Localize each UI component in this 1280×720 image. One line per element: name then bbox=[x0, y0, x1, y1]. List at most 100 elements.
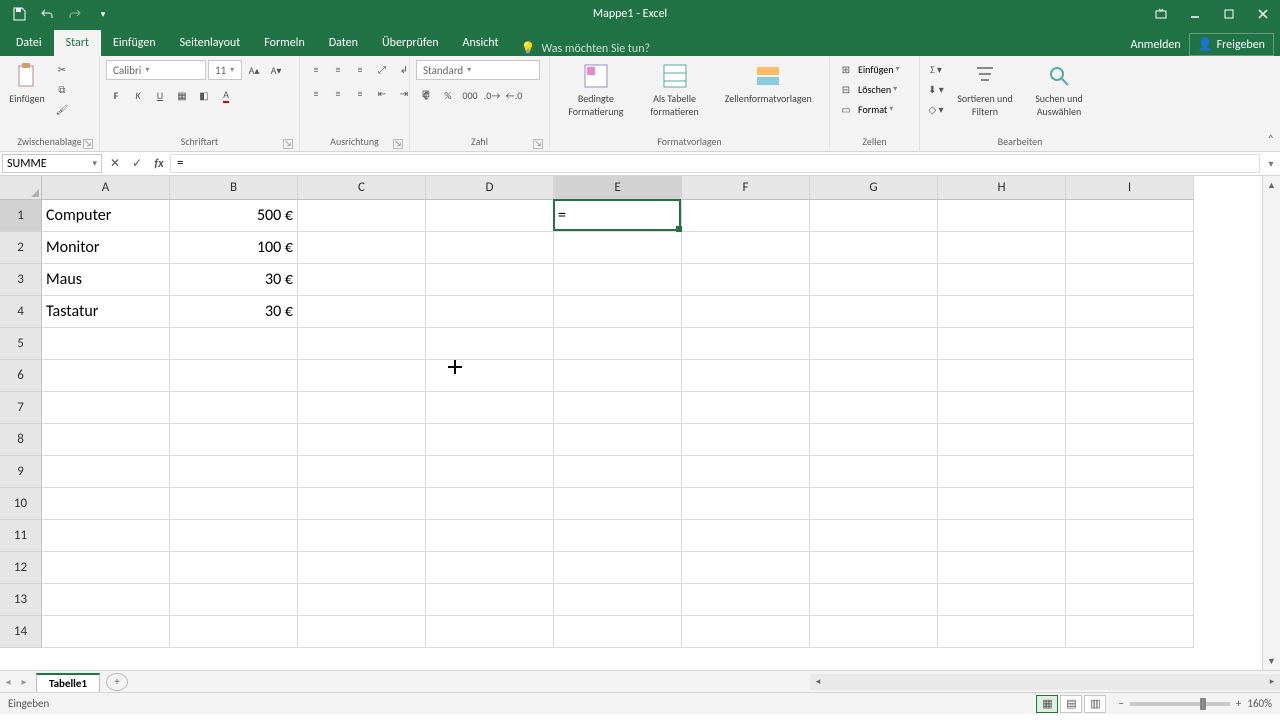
cell-E7[interactable] bbox=[554, 392, 682, 424]
cell-B9[interactable] bbox=[170, 456, 298, 488]
cut-icon[interactable]: ✂ bbox=[52, 60, 72, 78]
cell-styles-button[interactable]: Zellenformatvorlagen bbox=[713, 60, 823, 105]
cell-I7[interactable] bbox=[1066, 392, 1194, 424]
cell-C12[interactable] bbox=[298, 552, 426, 584]
paste-button[interactable]: Einfügen bbox=[6, 60, 48, 105]
cell-F14[interactable] bbox=[682, 616, 810, 648]
cell-F13[interactable] bbox=[682, 584, 810, 616]
sheet-tab-1[interactable]: Tabelle1 bbox=[36, 673, 100, 692]
tab-view[interactable]: Ansicht bbox=[451, 30, 511, 56]
column-header-C[interactable]: C bbox=[298, 176, 426, 200]
cell-I13[interactable] bbox=[1066, 584, 1194, 616]
cell-C1[interactable] bbox=[298, 200, 426, 232]
cell-E12[interactable] bbox=[554, 552, 682, 584]
cell-E4[interactable] bbox=[554, 296, 682, 328]
cell-E5[interactable] bbox=[554, 328, 682, 360]
row-header-8[interactable]: 8 bbox=[0, 424, 42, 456]
horizontal-scrollbar[interactable]: ◂ ▸ bbox=[810, 674, 1280, 690]
font-color-icon[interactable]: A bbox=[216, 86, 236, 104]
cell-B11[interactable] bbox=[170, 520, 298, 552]
tab-file[interactable]: Datei bbox=[4, 30, 54, 56]
column-header-E[interactable]: E bbox=[554, 176, 682, 200]
new-sheet-button[interactable]: + bbox=[106, 673, 128, 691]
cell-G10[interactable] bbox=[810, 488, 938, 520]
tab-formulas[interactable]: Formeln bbox=[252, 30, 316, 56]
cell-A4[interactable]: Tastatur bbox=[42, 296, 170, 328]
tell-me-search[interactable]: 💡 Was möchten Sie tun? bbox=[511, 41, 1131, 56]
cells-container[interactable]: Computer500 €=Monitor100 €Maus30 €Tastat… bbox=[42, 200, 1262, 670]
undo-icon[interactable] bbox=[34, 2, 60, 26]
row-header-2[interactable]: 2 bbox=[0, 232, 42, 264]
cell-D4[interactable] bbox=[426, 296, 554, 328]
insert-function-icon[interactable]: fx bbox=[148, 157, 170, 171]
zoom-in-icon[interactable]: + bbox=[1236, 697, 1241, 710]
conditional-formatting-button[interactable]: Bedingte Formatierung bbox=[556, 60, 636, 118]
delete-cells-button[interactable]: ⊟Löschen▾ bbox=[836, 80, 900, 98]
cell-D5[interactable] bbox=[426, 328, 554, 360]
cell-I1[interactable] bbox=[1066, 200, 1194, 232]
cancel-formula-icon[interactable]: ✕ bbox=[104, 156, 126, 171]
borders-icon[interactable]: ▦ bbox=[172, 86, 192, 104]
copy-icon[interactable]: ⧉ bbox=[52, 80, 72, 98]
cell-E2[interactable] bbox=[554, 232, 682, 264]
cell-C6[interactable] bbox=[298, 360, 426, 392]
cell-C7[interactable] bbox=[298, 392, 426, 424]
tab-review[interactable]: Überprüfen bbox=[370, 30, 451, 56]
cell-F12[interactable] bbox=[682, 552, 810, 584]
cell-H14[interactable] bbox=[938, 616, 1066, 648]
cell-I8[interactable] bbox=[1066, 424, 1194, 456]
alignment-dialog-launcher-icon[interactable]: ↘ bbox=[393, 139, 403, 149]
autosum-icon[interactable]: Σ ▾ bbox=[926, 60, 946, 78]
cell-I12[interactable] bbox=[1066, 552, 1194, 584]
column-header-D[interactable]: D bbox=[426, 176, 554, 200]
fill-color-icon[interactable]: ◧ bbox=[194, 86, 214, 104]
clipboard-dialog-launcher-icon[interactable]: ↘ bbox=[83, 139, 93, 149]
cell-H7[interactable] bbox=[938, 392, 1066, 424]
cell-D13[interactable] bbox=[426, 584, 554, 616]
increase-decimal-icon[interactable]: .0→ bbox=[482, 86, 502, 104]
align-right-icon[interactable]: ≡ bbox=[350, 84, 370, 102]
redo-icon[interactable] bbox=[62, 2, 88, 26]
cell-H13[interactable] bbox=[938, 584, 1066, 616]
cell-B5[interactable] bbox=[170, 328, 298, 360]
cell-F2[interactable] bbox=[682, 232, 810, 264]
column-headers[interactable]: ABCDEFGHI bbox=[42, 176, 1262, 200]
cell-G6[interactable] bbox=[810, 360, 938, 392]
cell-B7[interactable] bbox=[170, 392, 298, 424]
cell-I6[interactable] bbox=[1066, 360, 1194, 392]
italic-button[interactable]: K bbox=[128, 86, 148, 104]
column-header-A[interactable]: A bbox=[42, 176, 170, 200]
cell-H1[interactable] bbox=[938, 200, 1066, 232]
cell-I5[interactable] bbox=[1066, 328, 1194, 360]
qat-customize-icon[interactable]: ▾ bbox=[90, 2, 116, 26]
cell-F5[interactable] bbox=[682, 328, 810, 360]
column-header-B[interactable]: B bbox=[170, 176, 298, 200]
row-header-6[interactable]: 6 bbox=[0, 360, 42, 392]
zoom-slider[interactable] bbox=[1130, 702, 1230, 706]
zoom-level[interactable]: 160% bbox=[1247, 697, 1272, 710]
cell-A3[interactable]: Maus bbox=[42, 264, 170, 296]
row-header-1[interactable]: 1 bbox=[0, 200, 42, 232]
cell-H4[interactable] bbox=[938, 296, 1066, 328]
cell-F6[interactable] bbox=[682, 360, 810, 392]
cell-G14[interactable] bbox=[810, 616, 938, 648]
decrease-indent-icon[interactable]: ⇤ bbox=[372, 84, 392, 102]
tab-insert[interactable]: Einfügen bbox=[101, 30, 168, 56]
cell-H5[interactable] bbox=[938, 328, 1066, 360]
cell-A13[interactable] bbox=[42, 584, 170, 616]
cell-D1[interactable] bbox=[426, 200, 554, 232]
maximize-icon[interactable] bbox=[1212, 0, 1246, 28]
cell-C14[interactable] bbox=[298, 616, 426, 648]
cell-G1[interactable] bbox=[810, 200, 938, 232]
cell-B14[interactable] bbox=[170, 616, 298, 648]
cell-B8[interactable] bbox=[170, 424, 298, 456]
format-cells-button[interactable]: ▭Format▾ bbox=[836, 100, 900, 118]
normal-view-icon[interactable]: ▦ bbox=[1036, 695, 1058, 713]
cell-D14[interactable] bbox=[426, 616, 554, 648]
collapse-ribbon-icon[interactable]: ˄ bbox=[1268, 133, 1274, 147]
sheet-nav-next-icon[interactable]: ▸ bbox=[16, 675, 32, 688]
cell-B4[interactable]: 30 € bbox=[170, 296, 298, 328]
cell-E14[interactable] bbox=[554, 616, 682, 648]
format-as-table-button[interactable]: Als Tabelle formatieren bbox=[640, 60, 710, 118]
row-header-14[interactable]: 14 bbox=[0, 616, 42, 648]
